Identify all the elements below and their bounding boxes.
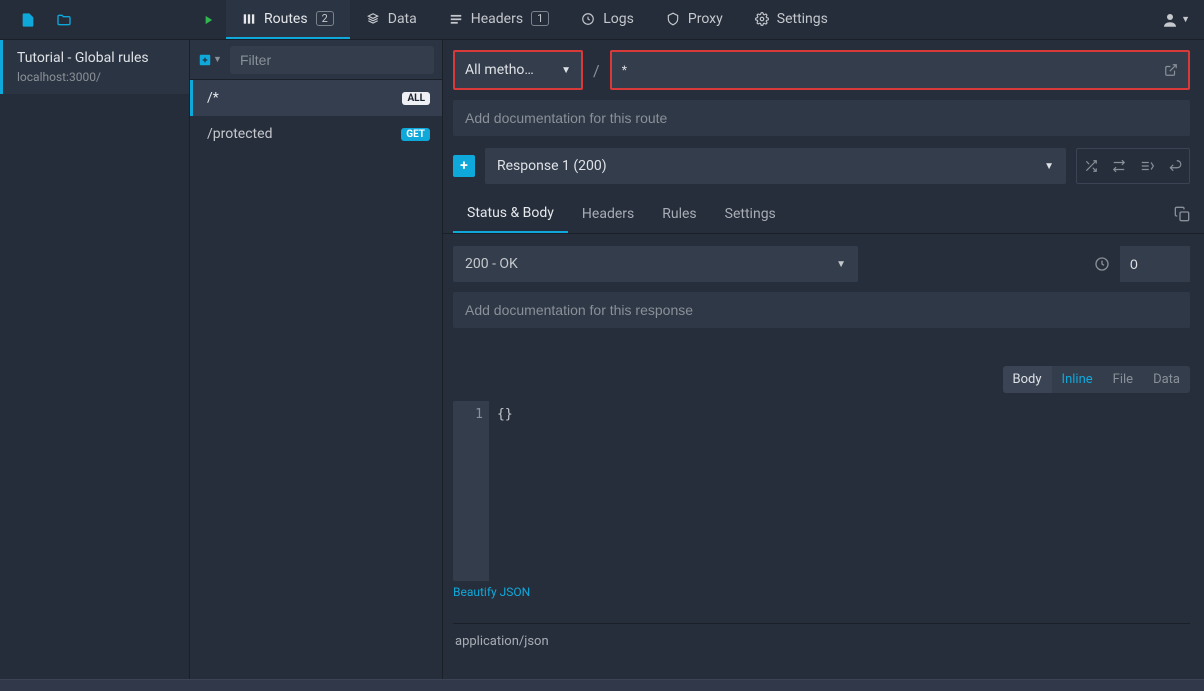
footer-bar xyxy=(0,679,1204,691)
route-method-badge: ALL xyxy=(402,92,430,105)
add-response-button[interactable]: + xyxy=(453,155,475,177)
route-method-badge: GET xyxy=(401,128,430,141)
headers-icon xyxy=(449,12,463,26)
tab-logs[interactable]: Logs xyxy=(565,0,650,39)
env-item[interactable]: Tutorial - Global rules localhost:3000/ xyxy=(0,40,189,94)
tab-settings[interactable]: Settings xyxy=(739,0,844,39)
chevron-down-icon: ▼ xyxy=(561,65,571,76)
body-source-file[interactable]: File xyxy=(1103,366,1143,393)
route-path: /protected xyxy=(207,126,272,142)
chevron-down-icon: ▼ xyxy=(836,259,846,270)
chevron-down-icon: ▼ xyxy=(1044,161,1054,172)
env-subtitle: localhost:3000/ xyxy=(17,70,175,84)
tab-headers-count: 1 xyxy=(531,11,549,26)
route-doc-input[interactable] xyxy=(453,100,1190,136)
routes-icon xyxy=(242,12,256,26)
rules-disabled-icon[interactable] xyxy=(1133,149,1161,183)
tab-proxy-label: Proxy xyxy=(688,11,723,27)
start-server-icon[interactable] xyxy=(190,0,226,40)
editor-line-code: {} xyxy=(497,407,1182,422)
body-source-inline[interactable]: Inline xyxy=(1052,366,1103,393)
route-path-input[interactable] xyxy=(622,62,1164,78)
method-select-label: All metho… xyxy=(465,62,534,78)
open-env-icon[interactable] xyxy=(46,0,82,40)
tab-headers-label: Headers xyxy=(471,11,523,27)
tab-response-headers[interactable]: Headers xyxy=(568,196,648,232)
body-editor[interactable]: 1 {} xyxy=(453,401,1190,581)
route-item[interactable]: /* ALL xyxy=(190,80,442,116)
status-code-select[interactable]: 200 - OK ▼ xyxy=(453,246,858,282)
add-route-button[interactable]: ▼ xyxy=(190,40,230,80)
content-type-label: application/json xyxy=(453,623,1190,649)
tab-logs-label: Logs xyxy=(603,11,634,27)
plus-icon xyxy=(198,53,212,67)
data-icon xyxy=(366,12,380,26)
user-menu[interactable]: ▼ xyxy=(1161,11,1190,29)
tab-response-rules[interactable]: Rules xyxy=(648,196,710,232)
logs-icon xyxy=(581,12,595,26)
latency-input[interactable] xyxy=(1120,246,1190,282)
settings-icon xyxy=(755,12,769,26)
tab-data[interactable]: Data xyxy=(350,0,433,39)
sequential-response-icon[interactable] xyxy=(1105,149,1133,183)
tab-routes-label: Routes xyxy=(264,11,308,27)
user-icon xyxy=(1161,11,1179,29)
response-select[interactable]: Response 1 (200) ▼ xyxy=(485,148,1066,184)
tab-routes-count: 2 xyxy=(316,11,334,26)
method-select[interactable]: All metho… ▼ xyxy=(453,50,583,90)
copy-icon[interactable] xyxy=(1174,206,1190,222)
body-source-label: Body xyxy=(1003,366,1052,393)
tab-settings-label: Settings xyxy=(777,11,828,27)
path-separator: / xyxy=(593,61,600,80)
route-filter-input[interactable] xyxy=(230,46,434,74)
body-source-data[interactable]: Data xyxy=(1143,366,1190,393)
response-select-label: Response 1 (200) xyxy=(497,158,607,174)
status-code-label: 200 - OK xyxy=(465,256,518,272)
new-env-icon[interactable] xyxy=(10,0,46,40)
beautify-json-link[interactable]: Beautify JSON xyxy=(453,585,1190,599)
tab-headers[interactable]: Headers 1 xyxy=(433,0,566,39)
chevron-down-icon: ▼ xyxy=(1181,14,1190,25)
tab-proxy[interactable]: Proxy xyxy=(650,0,739,39)
chevron-down-icon: ▼ xyxy=(213,54,222,65)
env-title: Tutorial - Global rules xyxy=(17,50,175,66)
tab-data-label: Data xyxy=(388,11,417,27)
route-path: /* xyxy=(207,90,219,106)
body-source-toggle: Body Inline File Data xyxy=(1003,366,1190,393)
open-external-icon[interactable] xyxy=(1164,63,1178,77)
route-item[interactable]: /protected GET xyxy=(190,116,442,152)
clock-icon xyxy=(1094,256,1110,272)
response-doc-input[interactable] xyxy=(453,292,1190,328)
fallback-response-icon[interactable] xyxy=(1161,149,1189,183)
proxy-icon xyxy=(666,12,680,26)
tab-routes[interactable]: Routes 2 xyxy=(226,0,350,39)
tab-status-body[interactable]: Status & Body xyxy=(453,195,568,233)
random-response-icon[interactable] xyxy=(1077,149,1105,183)
editor-line-number: 1 xyxy=(453,407,483,422)
tab-response-settings[interactable]: Settings xyxy=(711,196,790,232)
